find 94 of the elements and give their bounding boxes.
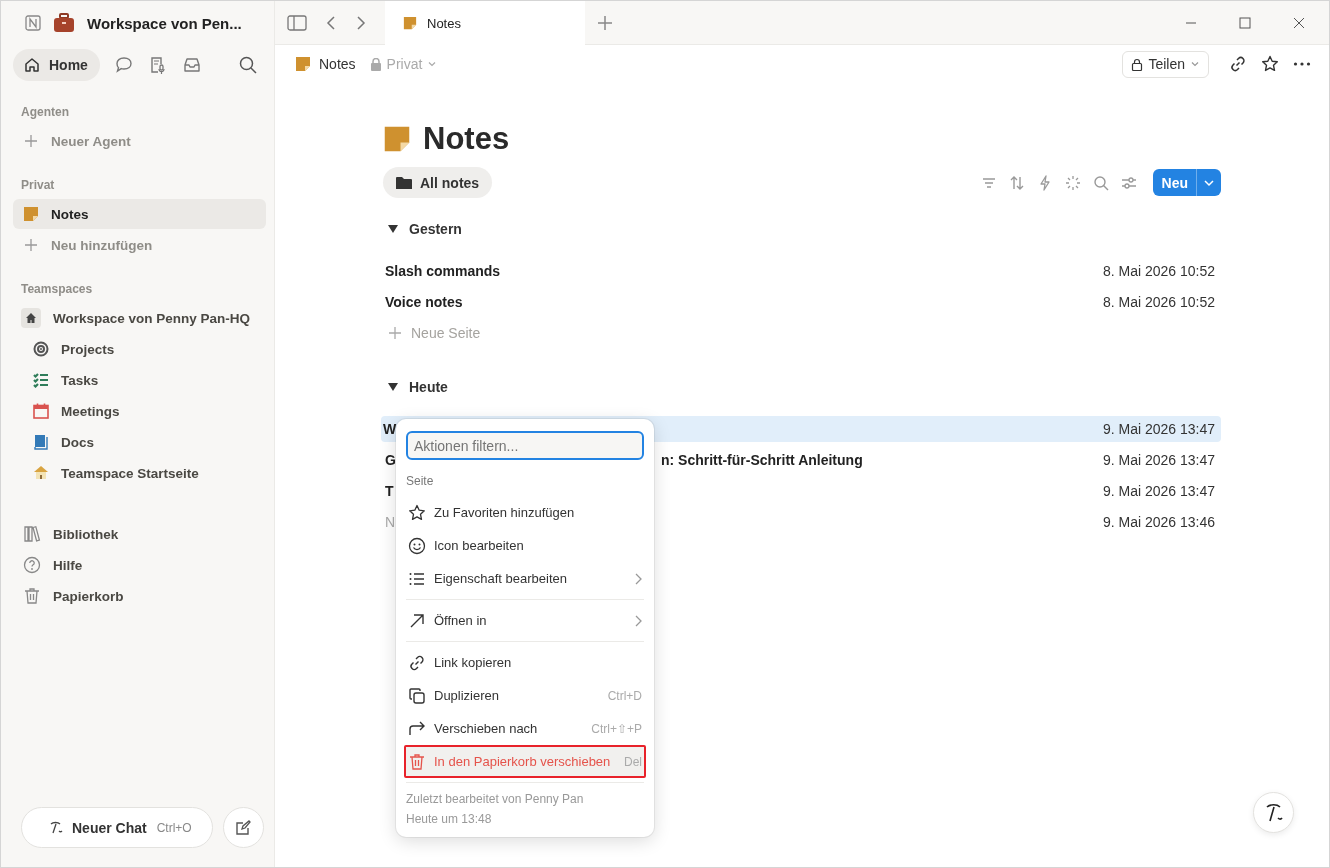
date-text: 8. Mai 2026 10:52 [1102,294,1215,310]
forward-arrow-icon [408,719,426,738]
settings-icon[interactable] [1120,174,1137,191]
date-text: 9. Mai 2026 13:47 [1102,421,1215,437]
trash-icon [23,587,41,605]
home-icon [21,308,41,328]
link-icon [408,653,426,672]
plus-icon [23,239,39,251]
books-icon [23,525,41,543]
smiley-icon [408,536,426,555]
page-title-text[interactable]: n: Schritt-für-Schritt Anleitung [661,452,863,468]
teamspace-page-item[interactable]: Teamspace Startseite [13,458,266,488]
back-icon[interactable] [325,14,337,31]
chevron-right-icon [634,572,642,585]
trash-icon [408,752,426,771]
section-heading: Privat [20,177,56,194]
triangle-icon [388,224,398,234]
sidebar-item[interactable]: Bibliothek [13,519,266,549]
menu-item[interactable]: Eigenschaft bearbeiten [404,562,646,595]
page-title-text[interactable]: W [383,421,397,437]
page-title-text[interactable]: G [385,452,396,468]
triangle-icon [388,382,398,392]
plus-icon [389,327,401,339]
menu-heading: Seite [406,473,435,490]
new-chat-button[interactable]: Neuer Chat Ctrl+O [21,807,213,848]
breadcrumb-item[interactable]: Notes [295,56,356,72]
search-icon[interactable] [238,55,258,75]
chevron-down-icon [1190,59,1200,69]
page-title-text[interactable]: Voice notes [385,294,463,310]
assistant-icon [48,819,64,836]
group-header[interactable]: Gestern [383,218,1221,240]
section-heading: Teamspaces [20,281,94,298]
lock-icon [1131,57,1144,71]
note-icon [295,56,311,72]
home-icon [23,56,41,74]
maximize-icon[interactable] [1239,16,1251,29]
tab[interactable]: Notes [385,1,585,45]
page-title-text[interactable]: T [385,483,394,499]
help-icon [23,556,41,574]
teamspace-page-item[interactable]: Docs [13,427,266,457]
chat-bubble-icon[interactable] [113,55,134,75]
inbox-icon[interactable] [181,55,202,75]
date-text: 9. Mai 2026 13:47 [1102,483,1215,499]
date-text: 8. Mai 2026 10:52 [1102,263,1215,279]
menu-item[interactable]: Zu Favoriten hinzufügen [404,496,646,529]
lock-icon [369,57,382,71]
sidebar-toggle-icon[interactable] [287,14,307,31]
workspace-name[interactable]: Workspace von Pen... [87,14,242,32]
plus-icon[interactable] [597,14,613,31]
note-icon [23,206,39,222]
arrow-icon [408,611,426,630]
star-icon[interactable] [1261,55,1279,73]
sidebar-item[interactable]: Notes [13,199,266,229]
edit-info-text: Heute um 13:48 [406,811,493,828]
teamspace-page-item[interactable]: Projects [13,334,266,364]
teamspace-page-item[interactable]: Tasks [13,365,266,395]
sidebar-item[interactable]: Hilfe [13,550,266,580]
compose-button[interactable] [222,807,264,848]
date-text: 9. Mai 2026 13:47 [1102,452,1215,468]
compose-icon [235,819,252,836]
sidebar-item[interactable]: Papierkorb [13,581,266,611]
link-icon[interactable] [1229,55,1247,73]
folder-icon [396,175,412,190]
close-icon[interactable] [1293,16,1305,29]
section-heading: Agenten [20,104,70,121]
page-title: Notes [423,121,510,157]
briefcase-icon [53,13,75,33]
menu-item[interactable]: Verschieben nach Ctrl+⇧+P [404,712,646,745]
group-header[interactable]: Heute [383,376,1221,398]
forward-icon[interactable] [355,14,367,31]
sort-icon[interactable] [1008,174,1025,191]
chevron-down-icon [427,59,438,69]
teamspace-page-item[interactable]: Meetings [13,396,266,426]
filter-field[interactable]: Aktionen filtern... [406,431,644,460]
teamspace-item[interactable]: Workspace von Penny Pan-HQ [13,303,266,333]
edit-info-text: Zuletzt bearbeitet von Penny Pan [406,791,585,808]
view-tab[interactable]: All notes [383,167,493,198]
sparkle-icon[interactable] [1064,174,1081,191]
app-logo-icon[interactable] [25,15,41,31]
menu-item[interactable]: Icon bearbeiten [404,529,646,562]
note-icon [403,16,417,30]
copy-icon [408,686,426,705]
date-text: 9. Mai 2026 13:46 [1102,514,1215,530]
star-icon [408,503,426,522]
menu-item[interactable]: Duplizieren Ctrl+D [404,679,646,712]
menu-item[interactable]: Öffnen in [404,604,646,637]
note-icon [383,125,411,153]
menu-item[interactable]: Link kopieren [404,646,646,679]
plus-icon [23,135,39,147]
assistant-button[interactable] [1253,792,1294,833]
share-button[interactable]: Teilen [1122,50,1209,78]
home-button[interactable]: Home [13,49,100,81]
page-title-text[interactable]: Slash commands [385,263,501,279]
chevron-right-icon [634,614,642,627]
